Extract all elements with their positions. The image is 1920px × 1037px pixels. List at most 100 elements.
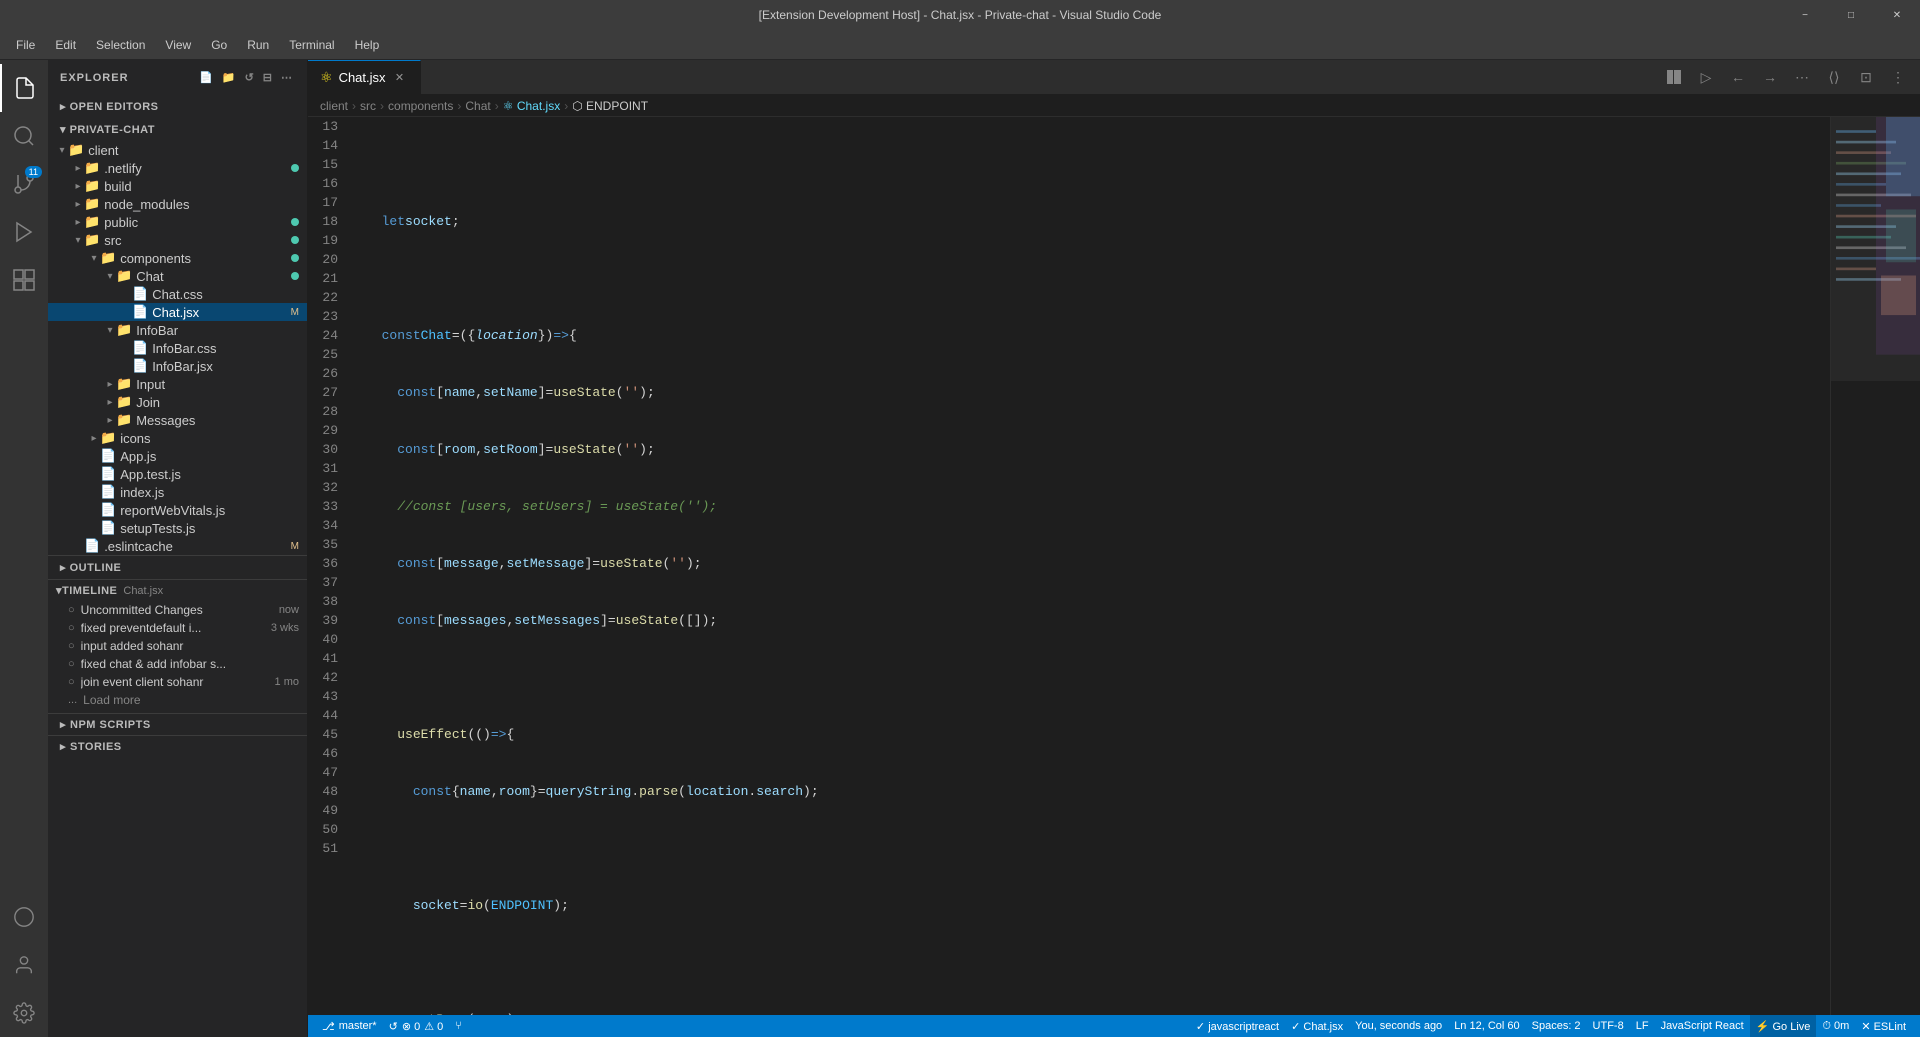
tree-item-chat-folder[interactable]: ▾ 📁 Chat <box>48 267 307 285</box>
breadcrumb-chat[interactable]: Chat <box>465 99 490 113</box>
activity-bar: 11 <box>0 60 48 1037</box>
tree-item-client[interactable]: ▾ 📁 client <box>48 141 307 159</box>
branch-name: master* <box>339 1020 377 1032</box>
breadcrumb-src[interactable]: src <box>360 99 376 113</box>
timeline-header[interactable]: ▾ TIMELINE Chat.jsx <box>48 580 307 601</box>
status-file[interactable]: ✓ Chat.jsx <box>1285 1015 1349 1037</box>
menu-go[interactable]: Go <box>203 34 235 56</box>
tree-item-components[interactable]: ▾ 📁 components <box>48 249 307 267</box>
status-branch[interactable]: ⎇ master* <box>316 1015 383 1037</box>
tree-item-infobar-css[interactable]: ▸ 📄 InfoBar.css <box>48 339 307 357</box>
code-line-14: let socket; <box>366 212 1830 231</box>
tab-close-button[interactable]: ✕ <box>392 70 408 86</box>
open-changes-button[interactable]: ⟨⟩ <box>1820 63 1848 91</box>
minimize-button[interactable]: − <box>1782 0 1828 30</box>
tree-item-icons-folder[interactable]: ▸ 📁 icons <box>48 429 307 447</box>
timeline-item-2[interactable]: ○ input added sohanr <box>48 637 307 655</box>
tree-item-setup-tests[interactable]: ▸ 📄 setupTests.js <box>48 519 307 537</box>
open-editors-section[interactable]: ▸ OPEN EDITORS <box>48 95 307 118</box>
tree-item-index-js[interactable]: ▸ 📄 index.js <box>48 483 307 501</box>
new-folder-icon[interactable]: 📁 <box>220 69 239 86</box>
tree-item-input-folder[interactable]: ▸ 📁 Input <box>48 375 307 393</box>
timeline-icon-0: ○ <box>68 604 75 616</box>
status-eol[interactable]: LF <box>1630 1015 1655 1037</box>
tree-item-messages-folder[interactable]: ▸ 📁 Messages <box>48 411 307 429</box>
collapse-icon[interactable]: ⊟ <box>261 69 275 86</box>
menu-file[interactable]: File <box>8 34 43 56</box>
more-icon[interactable]: ⋯ <box>279 69 295 86</box>
extensions-activity-icon[interactable] <box>0 256 48 304</box>
go-back-button[interactable]: ← <box>1724 63 1752 91</box>
maximize-button[interactable]: □ <box>1828 0 1874 30</box>
menu-edit[interactable]: Edit <box>47 34 84 56</box>
timeline-item-0[interactable]: ○ Uncommitted Changes now <box>48 601 307 619</box>
tree-item-infobar-folder[interactable]: ▾ 📁 InfoBar <box>48 321 307 339</box>
breadcrumb-endpoint[interactable]: ⬡ ENDPOINT <box>572 99 648 113</box>
timeline-item-4[interactable]: ○ join event client sohanr 1 mo <box>48 673 307 691</box>
close-button[interactable]: ✕ <box>1874 0 1920 30</box>
error-count: ⊗ 0 <box>402 1020 420 1033</box>
breadcrumb-chat-jsx[interactable]: ⚛ Chat.jsx <box>503 99 560 113</box>
status-cursor[interactable]: Ln 12, Col 60 <box>1448 1015 1525 1037</box>
breadcrumb-components[interactable]: components <box>388 99 453 113</box>
tree-item-node-modules[interactable]: ▸ 📁 node_modules <box>48 195 307 213</box>
tree-item-public[interactable]: ▸ 📁 public <box>48 213 307 231</box>
private-chat-section[interactable]: ▾ PRIVATE-CHAT <box>48 118 307 141</box>
stories-section[interactable]: ▸ STORIES <box>48 735 307 757</box>
menu-terminal[interactable]: Terminal <box>281 34 342 56</box>
tree-item-src[interactable]: ▾ 📁 src <box>48 231 307 249</box>
refresh-icon[interactable]: ↺ <box>243 69 257 86</box>
run-activity-icon[interactable] <box>0 208 48 256</box>
status-sync[interactable]: ↺ ⊗ 0 ⚠ 0 <box>383 1015 450 1037</box>
tree-item-build[interactable]: ▸ 📁 build <box>48 177 307 195</box>
menu-view[interactable]: View <box>157 34 199 56</box>
status-go-live[interactable]: ⚡ Go Live <box>1750 1015 1817 1037</box>
toggle-panel-button[interactable]: ⊡ <box>1852 63 1880 91</box>
go-forward-button[interactable]: → <box>1756 63 1784 91</box>
more-actions-editor[interactable]: ⋯ <box>1788 63 1816 91</box>
source-control-activity-icon[interactable]: 11 <box>0 160 48 208</box>
split-editor-button[interactable] <box>1660 63 1688 91</box>
customize-layout-button[interactable]: ⋮ <box>1884 63 1912 91</box>
code-line-23: useEffect(() => { <box>366 725 1830 744</box>
tree-item-app-js[interactable]: ▸ 📄 App.js <box>48 447 307 465</box>
search-activity-icon[interactable] <box>0 112 48 160</box>
status-eslint[interactable]: ✕ ESLint <box>1855 1015 1912 1037</box>
source-control-badge: 11 <box>25 166 42 178</box>
tree-item-chat-css[interactable]: ▸ 📄 Chat.css <box>48 285 307 303</box>
npm-scripts-section[interactable]: ▸ NPM SCRIPTS <box>48 713 307 735</box>
outline-header[interactable]: ▸ OUTLINE <box>48 556 307 579</box>
status-language[interactable]: JavaScript React <box>1655 1015 1750 1037</box>
code-line-15 <box>366 269 1830 288</box>
run-button[interactable]: ▷ <box>1692 63 1720 91</box>
tab-chat-jsx[interactable]: ⚛ Chat.jsx ✕ <box>308 60 421 94</box>
explorer-activity-icon[interactable] <box>0 64 48 112</box>
account-activity-icon[interactable] <box>0 941 48 989</box>
status-jsreact[interactable]: ✓ javascriptreact <box>1190 1015 1285 1037</box>
status-time[interactable]: You, seconds ago <box>1349 1015 1448 1037</box>
status-timer[interactable]: ⏱ 0m <box>1816 1015 1855 1037</box>
status-git-changes[interactable]: ⑂ <box>449 1015 468 1037</box>
timeline-item-1[interactable]: ○ fixed preventdefault i... 3 wks <box>48 619 307 637</box>
breadcrumb-client[interactable]: client <box>320 99 348 113</box>
status-spaces[interactable]: Spaces: 2 <box>1526 1015 1587 1037</box>
tree-item-report-web-vitals[interactable]: ▸ 📄 reportWebVitals.js <box>48 501 307 519</box>
timeline-item-3[interactable]: ○ fixed chat & add infobar s... <box>48 655 307 673</box>
tree-item-infobar-jsx[interactable]: ▸ 📄 InfoBar.jsx <box>48 357 307 375</box>
settings-activity-icon[interactable] <box>0 989 48 1037</box>
code-content[interactable]: let socket; const Chat = ({ location }) … <box>358 117 1830 1015</box>
menu-help[interactable]: Help <box>347 34 388 56</box>
tree-item-join-folder[interactable]: ▸ 📁 Join <box>48 393 307 411</box>
tree-item-netlify[interactable]: ▸ 📁 .netlify <box>48 159 307 177</box>
tree-item-chat-jsx[interactable]: ▸ 📄 Chat.jsx M <box>48 303 307 321</box>
timeline-item-more[interactable]: ... Load more <box>48 691 307 709</box>
tab-actions: ▷ ← → ⋯ ⟨⟩ ⊡ ⋮ <box>1652 60 1920 94</box>
status-encoding[interactable]: UTF-8 <box>1587 1015 1630 1037</box>
timeline-label-4: join event client sohanr <box>81 675 269 689</box>
menu-run[interactable]: Run <box>239 34 277 56</box>
new-file-icon[interactable]: 📄 <box>197 69 216 86</box>
menu-selection[interactable]: Selection <box>88 34 153 56</box>
remote-activity-icon[interactable] <box>0 893 48 941</box>
tree-item-eslintcache[interactable]: ▸ 📄 .eslintcache M <box>48 537 307 555</box>
tree-item-app-test-js[interactable]: ▸ 📄 App.test.js <box>48 465 307 483</box>
